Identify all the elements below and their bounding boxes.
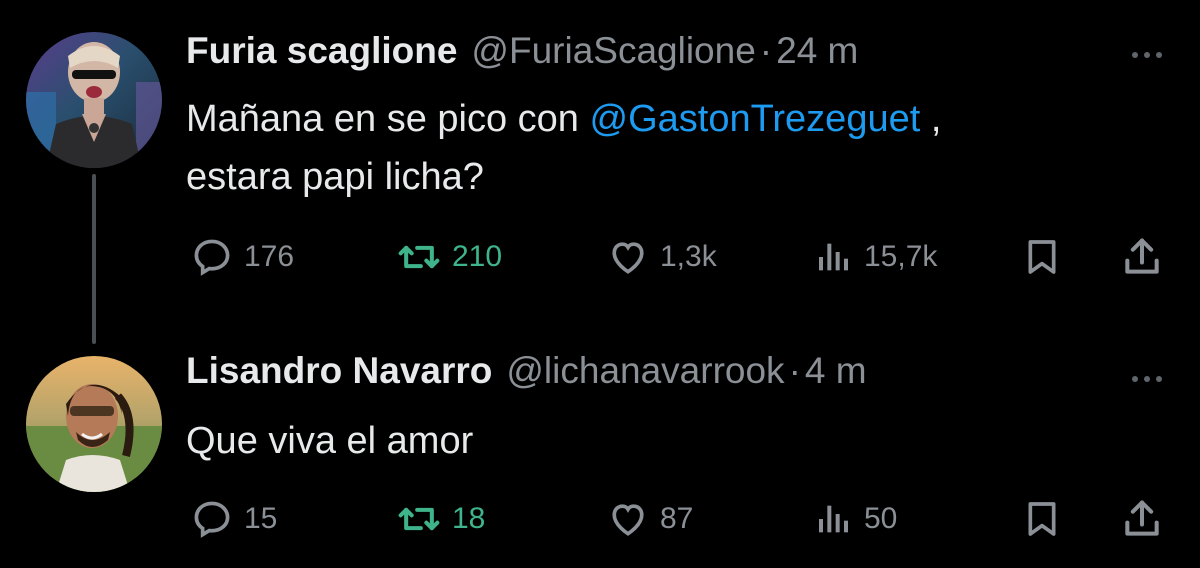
tweet-thread: Furia scaglione @FuriaScaglione · 24 m M… [0, 0, 1200, 568]
tweet-text: Que viva el amor [186, 412, 1146, 470]
timestamp[interactable]: 4 m [805, 350, 867, 392]
more-icon[interactable] [1124, 40, 1170, 70]
views-icon [819, 243, 848, 271]
views-icon [819, 505, 848, 533]
action-bar: 15 18 87 50 [0, 494, 1200, 544]
handle[interactable]: @FuriaScaglione [471, 30, 755, 72]
timestamp[interactable]: 24 m [776, 30, 858, 72]
reply-icon [194, 239, 230, 276]
display-name[interactable]: Furia scaglione [186, 30, 457, 72]
retweet-count: 210 [452, 240, 503, 273]
like-button[interactable]: 1,3k [606, 232, 717, 282]
tweet-header: Furia scaglione @FuriaScaglione · 24 m [186, 30, 858, 80]
avatar[interactable] [26, 356, 162, 492]
reply-button[interactable]: 15 [190, 494, 277, 544]
heart-icon [612, 504, 644, 536]
display-name[interactable]: Lisandro Navarro [186, 350, 492, 392]
share-button[interactable] [1120, 232, 1164, 282]
bookmark-icon [1028, 240, 1056, 274]
handle[interactable]: @lichanavarrook [506, 350, 784, 392]
separator-dot: · [788, 350, 801, 391]
retweet-icon [398, 245, 440, 269]
retweet-icon [398, 507, 440, 531]
tweet-header: Lisandro Navarro @lichanavarrook · 4 m [186, 350, 867, 400]
tweet-text-part: , [920, 98, 942, 140]
share-icon [1125, 500, 1159, 536]
retweet-button[interactable]: 210 [396, 232, 502, 282]
views-count: 15,7k [864, 240, 938, 273]
bookmark-button[interactable] [1022, 232, 1062, 282]
tweet-text: Mañana en se pico con @GastonTrezeguet ,… [186, 90, 1146, 206]
heart-icon [612, 242, 644, 274]
tweet[interactable]: Lisandro Navarro @lichanavarrook · 4 m Q… [0, 320, 1200, 568]
reply-button[interactable]: 176 [190, 232, 294, 282]
retweet-button[interactable]: 18 [396, 494, 485, 544]
like-count: 87 [660, 502, 694, 535]
views-button[interactable]: 15,7k [814, 232, 937, 282]
reply-icon [194, 501, 230, 538]
avatar[interactable] [26, 32, 162, 168]
share-button[interactable] [1120, 494, 1164, 544]
bookmark-icon [1028, 502, 1056, 536]
bookmark-button[interactable] [1022, 494, 1062, 544]
retweet-count: 18 [452, 502, 486, 535]
views-button[interactable]: 50 [814, 494, 897, 544]
mention-link[interactable]: @GastonTrezeguet [590, 98, 921, 140]
tweet-text-part: Que viva el amor [186, 420, 474, 462]
reply-count: 15 [244, 502, 278, 535]
more-icon[interactable] [1124, 364, 1170, 394]
like-button[interactable]: 87 [606, 494, 693, 544]
separator-dot: · [759, 30, 773, 71]
share-icon [1125, 238, 1159, 274]
tweet[interactable]: Furia scaglione @FuriaScaglione · 24 m M… [0, 0, 1200, 344]
tweet-text-part: estara papi licha? [186, 156, 484, 198]
action-bar: 176 210 1,3k 15,7k [0, 232, 1200, 282]
tweet-text-part: Mañana en se pico con [186, 98, 590, 140]
reply-count: 176 [244, 240, 295, 273]
views-count: 50 [864, 502, 898, 535]
like-count: 1,3k [660, 240, 717, 273]
